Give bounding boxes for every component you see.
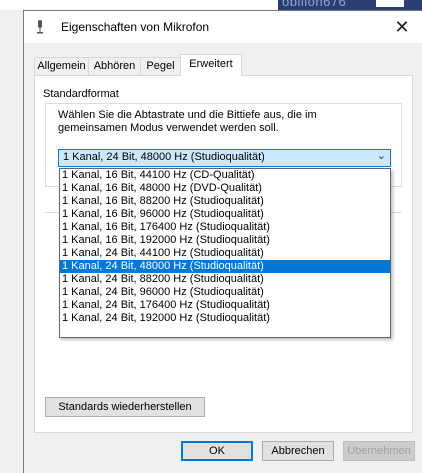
title-bar[interactable]: Eigenschaften von Mikrofon ✕ xyxy=(24,11,422,43)
format-option[interactable]: 1 Kanal, 16 Bit, 176400 Hz (Studioqualit… xyxy=(60,221,390,234)
background-window-button xyxy=(376,0,404,7)
format-dropdown-list[interactable]: 1 Kanal, 16 Bit, 44100 Hz (CD-Qualität) … xyxy=(59,168,391,338)
format-select[interactable]: 1 Kanal, 24 Bit, 48000 Hz (Studioqualitä… xyxy=(58,149,391,167)
ok-button[interactable]: OK xyxy=(181,441,253,461)
tab-abhoeren[interactable]: Abhören xyxy=(88,57,141,75)
format-option[interactable]: 1 Kanal, 16 Bit, 96000 Hz (Studioqualitä… xyxy=(60,208,390,221)
microphone-icon xyxy=(37,20,43,34)
tab-erweitert[interactable]: Erweitert xyxy=(180,54,242,76)
apply-button[interactable]: Übernehmen xyxy=(343,441,415,461)
format-option[interactable]: 1 Kanal, 16 Bit, 192000 Hz (Studioqualit… xyxy=(60,234,390,247)
standard-format-label: Standardformat xyxy=(41,88,121,100)
cancel-button[interactable]: Abbrechen xyxy=(262,441,334,461)
tab-pegel[interactable]: Pegel xyxy=(140,57,181,75)
close-icon[interactable]: ✕ xyxy=(390,15,414,39)
format-option[interactable]: 1 Kanal, 24 Bit, 192000 Hz (Studioqualit… xyxy=(60,312,390,325)
format-option[interactable]: 1 Kanal, 24 Bit, 88200 Hz (Studioqualitä… xyxy=(60,273,390,286)
format-option-selected[interactable]: 1 Kanal, 24 Bit, 48000 Hz (Studioqualitä… xyxy=(60,260,390,273)
format-option[interactable]: 1 Kanal, 24 Bit, 96000 Hz (Studioqualitä… xyxy=(60,286,390,299)
format-option[interactable]: 1 Kanal, 24 Bit, 176400 Hz (Studioqualit… xyxy=(60,299,390,312)
restore-defaults-button[interactable]: Standards wiederherstellen xyxy=(45,397,205,417)
background-window-fragment: obilion676 xyxy=(278,0,422,10)
format-option[interactable]: 1 Kanal, 16 Bit, 48000 Hz (DVD-Qualität) xyxy=(60,182,390,195)
format-option[interactable]: 1 Kanal, 16 Bit, 88200 Hz (Studioqualitä… xyxy=(60,195,390,208)
background-window-text: obilion676 xyxy=(282,0,347,9)
dialog-title: Eigenschaften von Mikrofon xyxy=(61,20,210,34)
format-option[interactable]: 1 Kanal, 24 Bit, 44100 Hz (Studioqualitä… xyxy=(60,247,390,260)
chevron-down-icon[interactable]: ⌄ xyxy=(377,149,386,162)
tab-allgemein[interactable]: Allgemein xyxy=(34,57,89,75)
format-option[interactable]: 1 Kanal, 16 Bit, 44100 Hz (CD-Qualität) xyxy=(60,169,390,182)
format-select-value: 1 Kanal, 24 Bit, 48000 Hz (Studioqualitä… xyxy=(63,151,265,163)
properties-dialog: Eigenschaften von Mikrofon ✕ Allgemein A… xyxy=(23,10,422,473)
standard-format-description: Wählen Sie die Abtastrate und die Bittie… xyxy=(58,109,317,134)
